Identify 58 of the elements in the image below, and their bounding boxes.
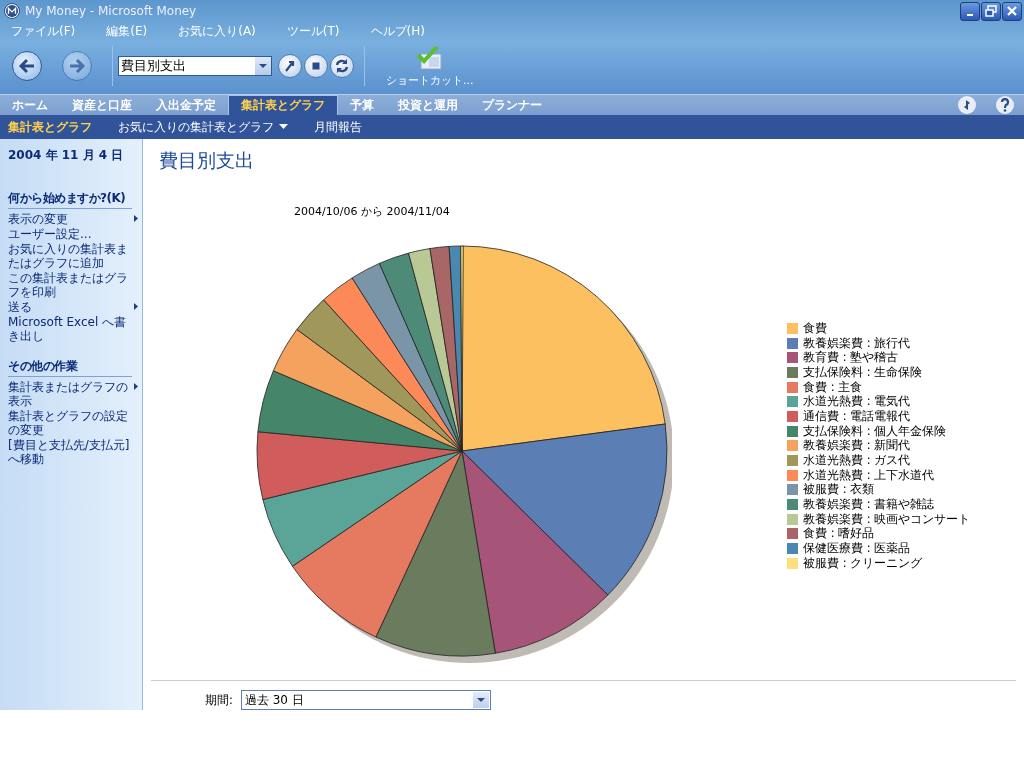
legend-label: 水道光熱費 : 上下水道代 bbox=[803, 467, 935, 483]
legend-label: 食費 : 主食 bbox=[803, 379, 863, 395]
section-heading: 何から始めますか?(K) bbox=[8, 190, 132, 209]
task-link[interactable]: 集計表とグラフの設定の変更 bbox=[8, 409, 138, 437]
legend-label: 水道光熱費 : 電気代 bbox=[803, 394, 911, 410]
legend-label: 支払保険料 : 生命保険 bbox=[803, 364, 923, 380]
task-link[interactable]: この集計表またはグラフを印刷 bbox=[8, 271, 138, 299]
dropdown-arrow-icon bbox=[476, 697, 485, 703]
back-arrow-icon bbox=[17, 56, 37, 76]
forward-button[interactable] bbox=[62, 51, 92, 81]
task-link[interactable]: Microsoft Excel へ書き出し bbox=[8, 315, 138, 343]
close-icon bbox=[1006, 5, 1018, 17]
back-button[interactable] bbox=[12, 51, 42, 81]
stop-button[interactable] bbox=[304, 54, 328, 78]
restore-button[interactable] bbox=[981, 1, 1001, 21]
legend-label: 被服費 : 衣類 bbox=[803, 482, 875, 498]
task-link[interactable]: [費目と支払先/支払元] へ移動 bbox=[8, 438, 138, 466]
dropdown-arrow-icon bbox=[259, 63, 267, 69]
legend-label: 教養娯楽費 : 映画やコンサート bbox=[803, 511, 971, 527]
legend-label: 水道光熱費 : ガス代 bbox=[803, 453, 911, 469]
date-range: 2004/10/06 から 2004/11/04 bbox=[294, 204, 451, 219]
current-date: 2004 年 11 月 4 日 bbox=[8, 147, 125, 164]
window-title: My Money - Microsoft Money bbox=[25, 4, 197, 18]
minimize-button[interactable] bbox=[960, 1, 980, 21]
period-label: 期間: bbox=[205, 692, 233, 708]
checkmark-window-icon bbox=[414, 44, 445, 71]
task-link[interactable]: 集計表またはグラフの表示 bbox=[8, 380, 132, 408]
legend-label: 教育費 : 塾や稽古 bbox=[803, 350, 899, 366]
legend-label: 教養娯楽費 : 旅行代 bbox=[803, 335, 911, 350]
help-button[interactable] bbox=[996, 96, 1014, 114]
app-logo-icon bbox=[4, 3, 20, 19]
legend-label: 教養娯楽費 : 新聞代 bbox=[803, 438, 911, 454]
legend-label: 通信費 : 電話電報代 bbox=[803, 408, 911, 424]
legend-label: 被服費 : クリーニング bbox=[803, 555, 923, 571]
period-combo-box[interactable]: 過去 30 日 bbox=[240, 690, 491, 710]
task-link[interactable]: 表示の変更 bbox=[8, 212, 132, 226]
nav-tab[interactable]: 集計表とグラフ bbox=[228, 95, 338, 115]
address-combo-box[interactable]: 費目別支出 bbox=[118, 56, 272, 76]
legend-label: 支払保険料 : 個人年金保険 bbox=[803, 423, 947, 439]
close-button[interactable] bbox=[1002, 1, 1022, 21]
refresh-button[interactable] bbox=[330, 54, 354, 78]
legend-label: 食費 bbox=[803, 320, 827, 336]
section-heading: その他の作業 bbox=[8, 358, 132, 377]
sub-tab[interactable]: お気に入りの集計表とグラフ bbox=[110, 118, 296, 136]
minimize-icon bbox=[967, 14, 973, 16]
shortcut-button[interactable]: ショートカット... bbox=[382, 44, 478, 88]
legend-label: 食費 : 嗜好品 bbox=[803, 526, 875, 542]
task-link[interactable]: お気に入りの集計表またはグラフに追加 bbox=[8, 242, 138, 270]
task-link[interactable]: 送る bbox=[8, 300, 132, 314]
report-title: 費目別支出 bbox=[159, 148, 255, 173]
legend-label: 教養娯楽費 : 書籍や雑誌 bbox=[803, 497, 935, 513]
task-link[interactable]: ユーザー設定... bbox=[8, 227, 138, 241]
forward-arrow-icon bbox=[67, 56, 87, 76]
sub-tab[interactable]: 集計表とグラフ bbox=[0, 118, 100, 136]
legend-label: 保健医療費 : 医薬品 bbox=[803, 541, 911, 557]
restore-icon bbox=[985, 5, 997, 17]
sub-tab[interactable]: 月間報告 bbox=[306, 118, 370, 136]
go-button[interactable] bbox=[278, 54, 302, 78]
